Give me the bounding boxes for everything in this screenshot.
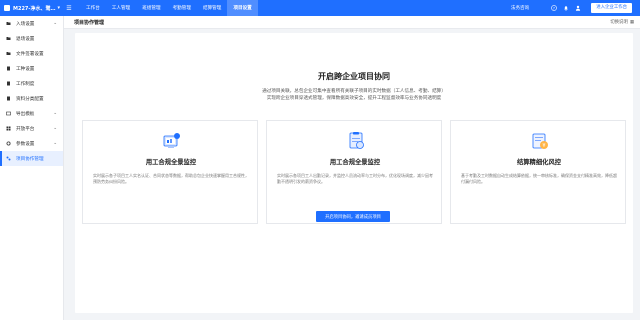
nav-item-workbench[interactable]: 工作台 [80, 0, 106, 16]
nav-item-project-settings[interactable]: 项目设置 [227, 0, 258, 16]
feature-card: 用工合规全景监控 实时展示各子项目工人实名认证、合同状态等数据，帮助总包企业快速… [82, 120, 258, 224]
help-icon[interactable]: ? [551, 5, 558, 11]
sidebar-item-open-platform[interactable]: 开放平台 ⌄ [0, 121, 63, 136]
sidebar-item-label: 开放平台 [16, 126, 35, 132]
company-logo-icon [4, 5, 10, 11]
company-name: M227-净水、鹭… [13, 5, 56, 12]
monitor-icon [163, 133, 180, 148]
svg-text:?: ? [553, 6, 555, 10]
page-header: 项目协作管理 切换说明 ▦ [64, 16, 640, 29]
chevron-down-icon: ⌄ [53, 126, 57, 131]
chevron-down-icon: ⌄ [53, 111, 57, 116]
sidebar-item-label: 项目协作管理 [16, 156, 44, 162]
sidebar-item-label: 资料分类配置 [16, 96, 44, 102]
sidebar-item-label: 文件签署设置 [16, 51, 44, 57]
sidebar-item-label: 工作制度 [16, 81, 35, 87]
sidebar-item-work-system[interactable]: 工作制度 [0, 76, 63, 91]
feature-card-desc: 基于考勤及工时数据自动生成结算依据，统一审核标准，确保资金支付精准高效，降低超付… [461, 173, 617, 184]
feature-card: ¥ 结算精细化风控 基于考勤及工时数据自动生成结算依据，统一审核标准，确保资金支… [450, 120, 626, 224]
sidebar-item-project-collab[interactable]: 项目协作管理 [0, 151, 63, 166]
feature-card-title: 用工合规全景监控 [329, 159, 381, 166]
user-icon[interactable] [575, 5, 581, 11]
sidebar-item-label: 参数设置 [16, 141, 35, 147]
chevron-down-icon: ⌄ [53, 21, 57, 26]
feature-card-desc: 实时展示各项目工人出勤记录，并监控人员流动率与工时分布，优化现场调度，减少因考勤… [277, 173, 433, 184]
folder-icon [6, 36, 11, 41]
main-title: 开启跨企业项目协同 [318, 72, 390, 81]
top-navbar: M227-净水、鹭… ▾ ☰ 工作台 工人管理 班组管理 考勤管理 结算管理 项… [0, 0, 640, 16]
sidebar-item-label: 工种设置 [16, 66, 35, 72]
grid-icon: ▦ [629, 19, 634, 25]
nav-item-workers[interactable]: 工人管理 [106, 0, 136, 16]
chevron-down-icon: ▾ [57, 5, 61, 11]
sidebar-item-export-template[interactable]: 导出模板 ⌄ [0, 106, 63, 121]
nav-item-settlement[interactable]: 结算管理 [197, 0, 227, 16]
chevron-down-icon: ⌄ [53, 141, 57, 146]
menu-toggle-icon[interactable]: ☰ [64, 5, 74, 12]
sidebar-item-doc-category[interactable]: 资料分类配置 [0, 91, 63, 106]
bell-icon[interactable] [563, 5, 569, 11]
enter-enterprise-button[interactable]: 进入企业工作台 [591, 3, 632, 13]
enable-collaboration-button[interactable]: 开启项目协同，邀请成员项目 [316, 211, 390, 222]
feature-card-desc: 实时展示各子项目工人实名认证、合同状态等数据，帮助总包企业快速掌握用工合规性，预… [93, 173, 249, 184]
clipboard-icon [349, 132, 364, 149]
gear-icon [6, 141, 11, 146]
sidebar-item-label: 退场设置 [16, 36, 35, 42]
svg-text:¥: ¥ [542, 143, 545, 149]
nav-item-teams[interactable]: 班组管理 [136, 0, 166, 16]
main-panel: 开启跨企业项目协同 通过项目关联，总包企业可集中查看所有关联子项目的实时数据（工… [75, 33, 633, 313]
feature-cards: 用工合规全景监控 实时展示各子项目工人实名认证、合同状态等数据，帮助总包企业快速… [82, 120, 626, 224]
collab-icon [6, 156, 11, 161]
description-line-2: 实现跨企业项目穿透式管理，保障数据高效安全，提升工程监督效率与业务协同透明度 [266, 95, 442, 101]
feature-card-title: 用工合规全景监控 [145, 159, 197, 166]
top-nav: 工作台 工人管理 班组管理 考勤管理 结算管理 项目设置 [80, 0, 258, 16]
sidebar-item-params[interactable]: 参数设置 ⌄ [0, 136, 63, 151]
doc-icon [6, 66, 11, 71]
sidebar-item-entry[interactable]: 入场设置 ⌄ [0, 16, 63, 31]
folder-icon [6, 51, 11, 56]
sidebar-item-job-types[interactable]: 工种设置 [0, 61, 63, 76]
platform-icon [6, 126, 11, 131]
toggle-description-button[interactable]: 切换说明 ▦ [610, 19, 640, 26]
export-icon [6, 111, 11, 116]
main-description: 通过项目关联，总包企业可集中查看所有关联子项目的实时数据（工人信息、考勤、结算）… [75, 89, 633, 102]
sidebar-item-label: 入场设置 [16, 21, 35, 27]
settlement-icon: ¥ [532, 133, 548, 149]
doc-icon [6, 81, 11, 86]
feature-card-title: 结算精细化风控 [516, 159, 562, 166]
folder-icon [6, 21, 11, 26]
sidebar: 入场设置 ⌄ 退场设置 文件签署设置 工种设置 工作制度 资料分类配置 导出模板… [0, 16, 64, 320]
sidebar-item-exit[interactable]: 退场设置 [0, 31, 63, 46]
sidebar-item-label: 导出模板 [16, 111, 35, 117]
doc-icon [6, 96, 11, 101]
company-switcher[interactable]: M227-净水、鹭… ▾ [0, 0, 64, 16]
toggle-description-label: 切换说明 [610, 20, 628, 25]
legal-consult-link[interactable]: 法务咨询 [511, 5, 529, 11]
page-title: 项目协作管理 [74, 19, 105, 26]
feature-card: 用工合规全景监控 实时展示各项目工人出勤记录，并监控人员流动率与工时分布，优化现… [266, 120, 442, 224]
nav-item-attendance[interactable]: 考勤管理 [167, 0, 197, 16]
sidebar-item-file-sign[interactable]: 文件签署设置 [0, 46, 63, 61]
